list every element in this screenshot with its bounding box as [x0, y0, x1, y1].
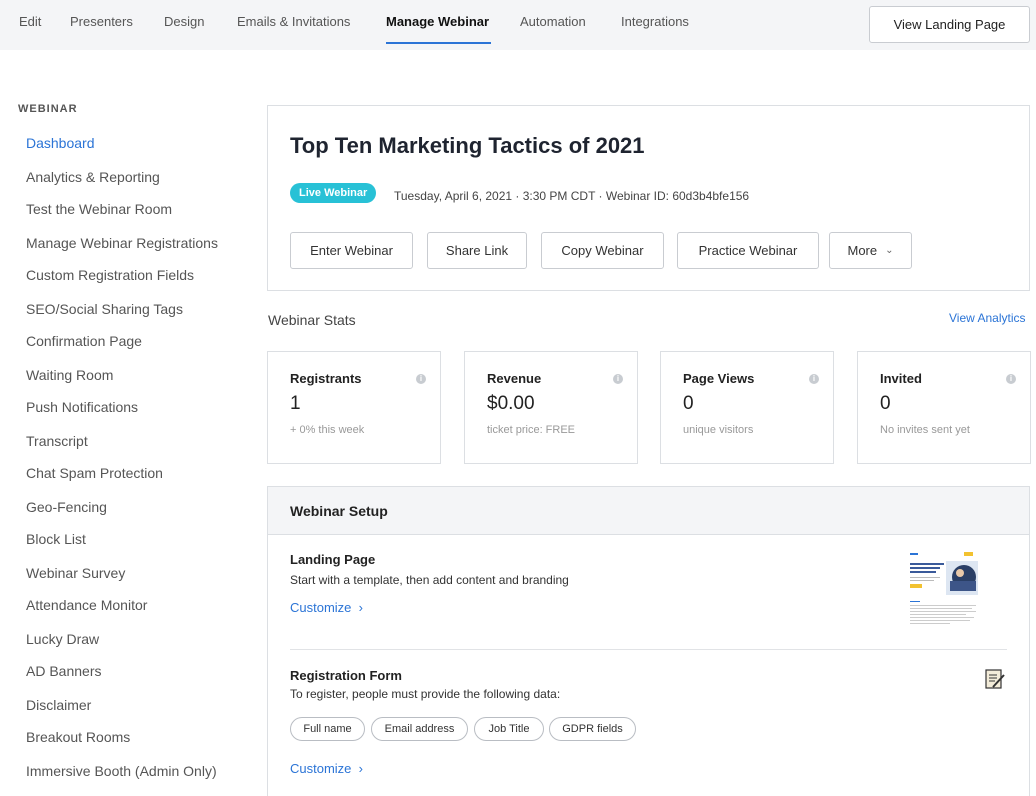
tab-manage-webinar[interactable]: Manage Webinar [386, 14, 489, 29]
more-button-label: More [847, 243, 878, 258]
more-button[interactable]: More ⌄ [829, 232, 912, 269]
stat-value: 0 [880, 393, 891, 414]
webinar-header-card: Top Ten Marketing Tactics of 2021 Live W… [267, 105, 1030, 291]
stat-value: $0.00 [487, 393, 535, 414]
stat-card-registrants: Registrants i 1 + 0% this week [267, 351, 441, 464]
chevron-right-icon: › [355, 600, 363, 615]
sidebar-item-dashboard[interactable]: Dashboard [26, 135, 95, 151]
view-analytics-link[interactable]: View Analytics [949, 311, 1025, 325]
sidebar-item-ad-banners[interactable]: AD Banners [26, 663, 101, 679]
enter-webinar-button[interactable]: Enter Webinar [290, 232, 413, 269]
sidebar-item-immersive-booth[interactable]: Immersive Booth (Admin Only) [26, 763, 217, 779]
stat-sub: + 0% this week [290, 424, 365, 436]
stat-label: Revenue [487, 371, 542, 386]
stat-card-page-views: Page Views i 0 unique visitors [660, 351, 834, 464]
stat-value: 1 [290, 393, 301, 414]
sidebar-item-test-webinar-room[interactable]: Test the Webinar Room [26, 201, 172, 217]
active-tab-indicator [386, 42, 491, 44]
copy-webinar-button[interactable]: Copy Webinar [541, 232, 664, 269]
share-link-button[interactable]: Share Link [427, 232, 527, 269]
stat-card-revenue: Revenue i $0.00 ticket price: FREE [464, 351, 638, 464]
sidebar-item-geo-fencing[interactable]: Geo-Fencing [26, 499, 107, 515]
sidebar-item-attendance-monitor[interactable]: Attendance Monitor [26, 597, 147, 613]
sidebar-item-custom-registration-fields[interactable]: Custom Registration Fields [26, 267, 194, 283]
section-divider [290, 649, 1007, 650]
info-icon[interactable]: i [809, 374, 819, 384]
stat-sub: No invites sent yet [880, 424, 970, 436]
stat-label: Page Views [683, 371, 755, 386]
form-edit-icon[interactable] [984, 668, 1006, 690]
tab-integrations[interactable]: Integrations [621, 14, 689, 29]
sidebar-item-block-list[interactable]: Block List [26, 531, 86, 547]
info-icon[interactable]: i [416, 374, 426, 384]
field-chip-full-name: Full name [290, 717, 365, 741]
landing-page-title: Landing Page [290, 552, 376, 567]
tab-edit[interactable]: Edit [19, 14, 41, 29]
field-chip-job-title: Job Title [474, 717, 544, 741]
sidebar-item-confirmation-page[interactable]: Confirmation Page [26, 333, 142, 349]
webinar-title: Top Ten Marketing Tactics of 2021 [290, 133, 645, 158]
sidebar-item-webinar-survey[interactable]: Webinar Survey [26, 565, 125, 581]
stat-card-invited: Invited i 0 No invites sent yet [857, 351, 1031, 464]
stat-label: Invited [880, 371, 922, 386]
sidebar-heading: WEBINAR [18, 103, 78, 115]
stat-sub: ticket price: FREE [487, 424, 576, 436]
sidebar-item-disclaimer[interactable]: Disclaimer [26, 697, 91, 713]
sidebar-item-transcript[interactable]: Transcript [26, 433, 88, 449]
registration-customize-link[interactable]: Customize › [290, 761, 363, 776]
registration-customize-label: Customize [290, 761, 352, 776]
tab-emails-invitations[interactable]: Emails & Invitations [237, 14, 350, 29]
webinar-meta: Tuesday, April 6, 2021 · 3:30 PM CDT · W… [394, 189, 750, 203]
view-landing-page-button[interactable]: View Landing Page [869, 6, 1030, 43]
top-bar: Edit Presenters Design Emails & Invitati… [0, 0, 1036, 50]
sidebar-item-push-notifications[interactable]: Push Notifications [26, 399, 138, 415]
sidebar-item-chat-spam-protection[interactable]: Chat Spam Protection [26, 465, 163, 481]
info-icon[interactable]: i [613, 374, 623, 384]
webinar-stats-title: Webinar Stats [268, 312, 356, 328]
landing-customize-link[interactable]: Customize › [290, 600, 363, 615]
sidebar-item-seo-social-sharing[interactable]: SEO/Social Sharing Tags [26, 301, 183, 317]
chevron-down-icon: ⌄ [885, 245, 894, 256]
field-chip-gdpr-fields: GDPR fields [549, 717, 636, 741]
stat-value: 0 [683, 393, 694, 414]
chevron-right-icon: › [355, 761, 363, 776]
sidebar-item-manage-registrations[interactable]: Manage Webinar Registrations [26, 235, 218, 251]
setup-title: Webinar Setup [290, 503, 388, 519]
field-chip-email-address: Email address [371, 717, 468, 741]
landing-customize-label: Customize [290, 600, 352, 615]
landing-page-thumbnail[interactable] [908, 551, 980, 631]
webinar-setup-card: Webinar Setup Landing Page Start with a … [267, 486, 1030, 796]
registration-form-title: Registration Form [290, 668, 402, 683]
tab-presenters[interactable]: Presenters [70, 14, 133, 29]
stat-sub: unique visitors [683, 424, 754, 436]
tab-design[interactable]: Design [164, 14, 204, 29]
landing-page-desc: Start with a template, then add content … [290, 573, 569, 587]
live-webinar-badge: Live Webinar [290, 183, 377, 203]
sidebar-item-breakout-rooms[interactable]: Breakout Rooms [26, 729, 130, 745]
tab-automation[interactable]: Automation [520, 14, 586, 29]
setup-header: Webinar Setup [268, 487, 1029, 535]
info-icon[interactable]: i [1006, 374, 1016, 384]
registration-form-desc: To register, people must provide the fol… [290, 687, 561, 701]
practice-webinar-button[interactable]: Practice Webinar [677, 232, 819, 269]
sidebar-item-analytics-reporting[interactable]: Analytics & Reporting [26, 169, 160, 185]
sidebar-item-lucky-draw[interactable]: Lucky Draw [26, 631, 99, 647]
stat-label: Registrants [290, 371, 362, 386]
sidebar-item-waiting-room[interactable]: Waiting Room [26, 367, 113, 383]
